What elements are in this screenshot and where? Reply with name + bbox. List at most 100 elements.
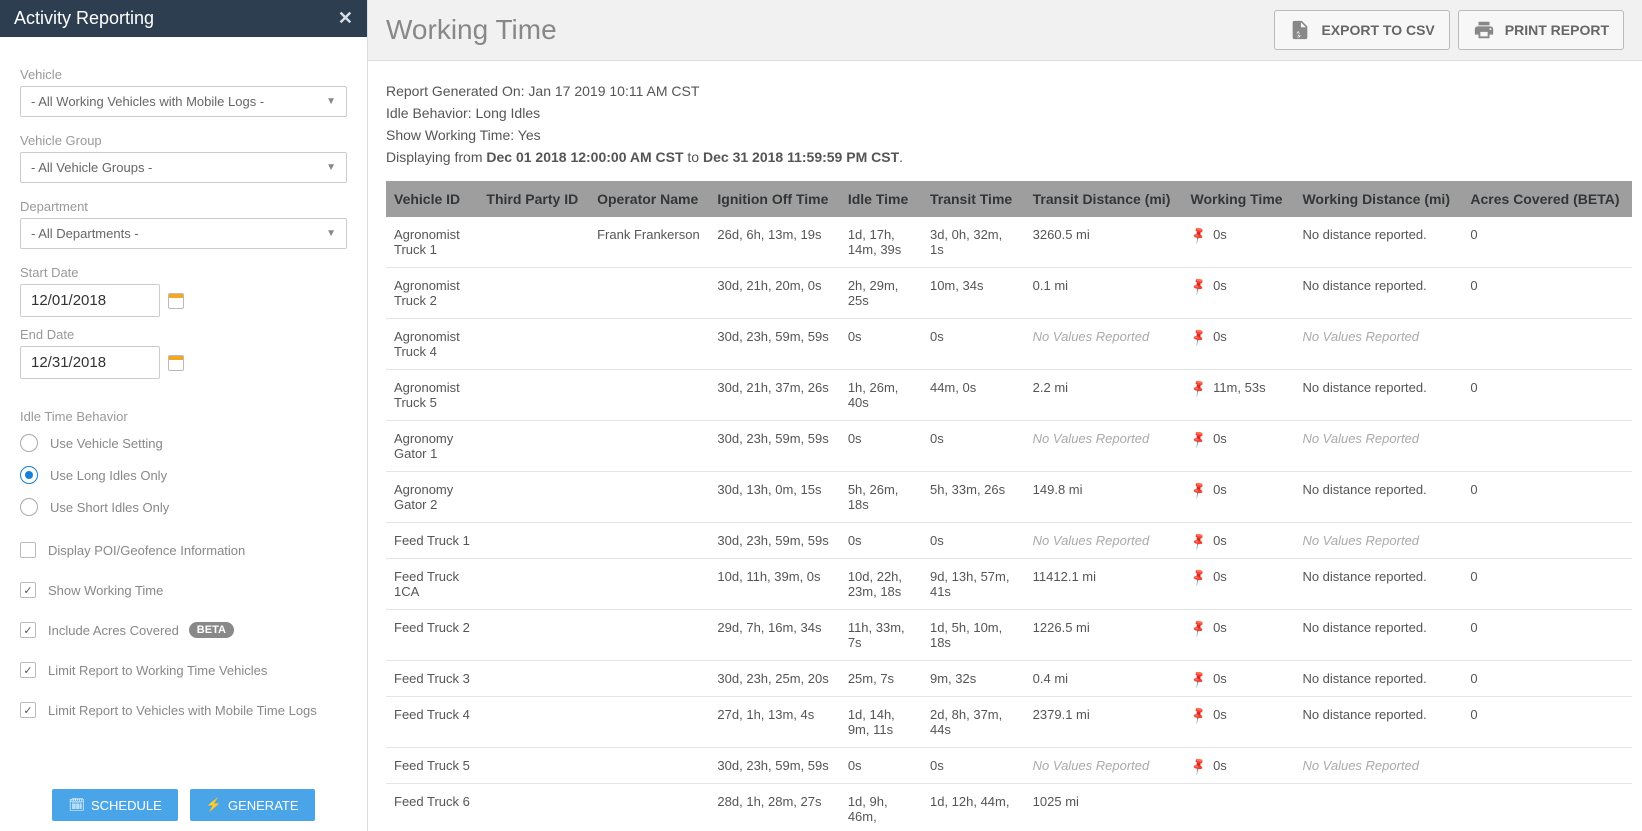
table-row[interactable]: Feed Truck 229d, 7h, 16m, 34s11h, 33m, 7… [386,610,1632,661]
cell-acres [1462,784,1632,831]
cell-transit-time: 2d, 8h, 37m, 44s [922,697,1025,748]
cell-idle-time: 0s [840,523,922,559]
cell-third-party [478,472,589,523]
table-row[interactable]: Agronomy Gator 130d, 23h, 59m, 59s0s0sNo… [386,421,1632,472]
checkbox-icon: ✓ [20,582,36,598]
table-row[interactable]: Feed Truck 427d, 1h, 13m, 4s1d, 14h, 9m,… [386,697,1632,748]
cell-operator [589,610,709,661]
export-csv-button[interactable]: X EXPORT TO CSV [1274,10,1449,50]
cell-idle-time: 1h, 26m, 40s [840,370,922,421]
main-body: Report Generated On: Jan 17 2019 10:11 A… [368,61,1642,831]
col-transit-dist[interactable]: Transit Distance (mi) [1025,181,1183,217]
table-row[interactable]: Feed Truck 530d, 23h, 59m, 59s0s0sNo Val… [386,748,1632,784]
radio-use-short-idles[interactable]: Use Short Idles Only [20,498,347,516]
col-vehicle-id[interactable]: Vehicle ID [386,181,478,217]
col-acres[interactable]: Acres Covered (BETA) [1462,181,1632,217]
cell-working-time: 📌 0s [1183,559,1295,610]
cell-working-time [1183,784,1295,831]
print-report-button[interactable]: PRINT REPORT [1458,10,1624,50]
check-display-poi[interactable]: Display POI/Geofence Information [20,542,347,558]
table-row[interactable]: Agronomist Truck 1Frank Frankerson26d, 6… [386,217,1632,268]
cell-operator [589,748,709,784]
department-label: Department [20,199,347,214]
table-row[interactable]: Agronomist Truck 530d, 21h, 37m, 26s1h, … [386,370,1632,421]
cell-working-dist: No distance reported. [1294,472,1462,523]
generate-label: GENERATE [228,798,299,813]
table-row[interactable]: Feed Truck 330d, 23h, 25m, 20s25m, 7s9m,… [386,661,1632,697]
cell-working-dist: No distance reported. [1294,610,1462,661]
col-working-time[interactable]: Working Time [1183,181,1295,217]
radio-label: Use Vehicle Setting [50,436,163,451]
radio-use-vehicle-setting[interactable]: Use Vehicle Setting [20,434,347,452]
department-select[interactable]: - All Departments - ▼ [20,218,347,249]
col-transit-time[interactable]: Transit Time [922,181,1025,217]
cell-operator [589,661,709,697]
cell-transit-time: 9m, 32s [922,661,1025,697]
table-row[interactable]: Agronomist Truck 230d, 21h, 20m, 0s2h, 2… [386,268,1632,319]
cell-vehicle-id: Feed Truck 6 [386,784,478,831]
cell-transit-dist: 0.1 mi [1025,268,1183,319]
cell-idle-time: 0s [840,319,922,370]
cell-acres [1462,319,1632,370]
table-row[interactable]: Feed Truck 130d, 23h, 59m, 59s0s0sNo Val… [386,523,1632,559]
cell-idle-time: 1d, 9h, 46m, [840,784,922,831]
cell-acres [1462,421,1632,472]
cell-transit-time: 10m, 34s [922,268,1025,319]
col-ignition-off[interactable]: Ignition Off Time [709,181,839,217]
cell-ignition-off: 27d, 1h, 13m, 4s [709,697,839,748]
cell-transit-time: 9d, 13h, 57m, 41s [922,559,1025,610]
cell-acres: 0 [1462,559,1632,610]
cell-transit-dist: 2379.1 mi [1025,697,1183,748]
col-idle-time[interactable]: Idle Time [840,181,922,217]
close-icon[interactable]: ✕ [338,8,353,29]
calendar-icon[interactable] [168,293,184,309]
cell-transit-time: 44m, 0s [922,370,1025,421]
radio-use-long-idles[interactable]: Use Long Idles Only [20,466,347,484]
start-date-input[interactable] [20,284,160,317]
cell-third-party [478,697,589,748]
col-working-dist[interactable]: Working Distance (mi) [1294,181,1462,217]
table-row[interactable]: Feed Truck 6 28d, 1h, 28m, 27s1d, 9h, 46m… [386,784,1632,831]
cell-acres [1462,523,1632,559]
table-row[interactable]: Agronomist Truck 430d, 23h, 59m, 59s0s0s… [386,319,1632,370]
cell-working-time: 📌 0s [1183,319,1295,370]
generate-button[interactable]: ⚡ GENERATE [190,789,315,821]
cell-vehicle-id: Agronomist Truck 1 [386,217,478,268]
main: Working Time X EXPORT TO CSV PRINT REPOR… [368,0,1642,831]
meta-range: Displaying from Dec 01 2018 12:00:00 AM … [386,149,1632,165]
cell-idle-time: 0s [840,421,922,472]
cell-transit-time: 1d, 5h, 10m, 18s [922,610,1025,661]
cell-working-dist: No distance reported. [1294,697,1462,748]
calendar-icon[interactable] [168,355,184,371]
check-show-working-time[interactable]: ✓ Show Working Time [20,582,347,598]
cell-working-time: 📌 0s [1183,523,1295,559]
cell-ignition-off: 28d, 1h, 28m, 27s [709,784,839,831]
vehicle-value: - All Working Vehicles with Mobile Logs … [31,94,264,109]
cell-ignition-off: 29d, 7h, 16m, 34s [709,610,839,661]
checkbox-icon: ✓ [20,622,36,638]
check-include-acres[interactable]: ✓ Include Acres Covered BETA [20,622,347,638]
check-limit-mobile-logs[interactable]: ✓ Limit Report to Vehicles with Mobile T… [20,702,347,718]
vehicle-group-value: - All Vehicle Groups - [31,160,152,175]
end-date-input[interactable] [20,346,160,379]
schedule-button[interactable]: 🗓 SCHEDULE [52,789,177,821]
vehicle-select[interactable]: - All Working Vehicles with Mobile Logs … [20,86,347,117]
radio-icon [20,466,38,484]
cell-ignition-off: 30d, 23h, 59m, 59s [709,421,839,472]
col-third-party[interactable]: Third Party ID [478,181,589,217]
cell-vehicle-id: Feed Truck 5 [386,748,478,784]
table-row[interactable]: Feed Truck 1CA10d, 11h, 39m, 0s10d, 22h,… [386,559,1632,610]
sidebar: Activity Reporting ✕ Vehicle - All Worki… [0,0,368,831]
calendar-icon: 🗓 [68,797,85,813]
col-operator[interactable]: Operator Name [589,181,709,217]
pin-icon: 📌 [1188,669,1208,689]
pin-icon: 📌 [1188,756,1208,776]
pin-icon: 📌 [1188,705,1208,725]
cell-working-dist: No distance reported. [1294,661,1462,697]
check-label: Limit Report to Working Time Vehicles [48,663,267,678]
department-value: - All Departments - [31,226,139,241]
table-row[interactable]: Agronomy Gator 230d, 13h, 0m, 15s5h, 26m… [386,472,1632,523]
check-limit-working-time-vehicles[interactable]: ✓ Limit Report to Working Time Vehicles [20,662,347,678]
vehicle-group-select[interactable]: - All Vehicle Groups - ▼ [20,152,347,183]
cell-acres: 0 [1462,661,1632,697]
